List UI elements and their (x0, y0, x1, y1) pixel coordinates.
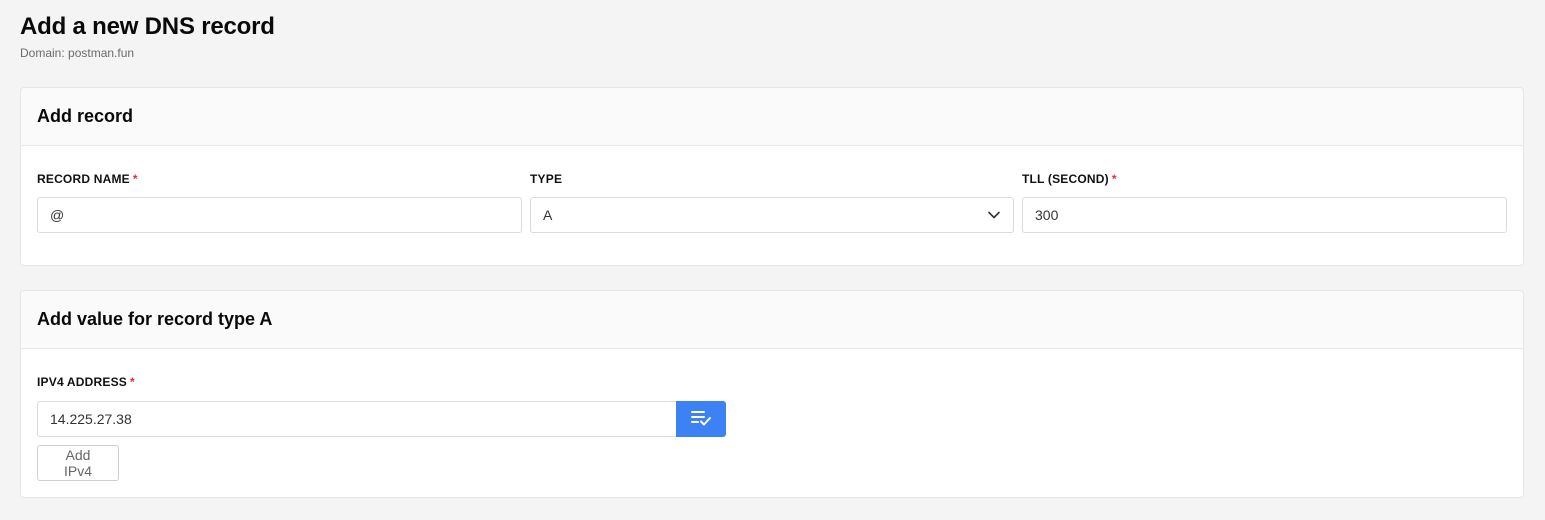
add-value-card-header: Add value for record type A (21, 291, 1523, 349)
type-label: TYPE (530, 172, 563, 186)
chevron-down-icon (987, 208, 1001, 222)
ttl-required-mark: * (1111, 172, 1117, 186)
record-name-label: RECORD NAME * (37, 172, 138, 186)
type-select-value: A (543, 207, 553, 223)
ipv4-address-input[interactable] (37, 401, 677, 437)
record-name-required-mark: * (132, 172, 138, 186)
ipv4-action-button[interactable] (676, 401, 726, 437)
record-name-input[interactable] (37, 197, 522, 233)
page-title: Add a new DNS record (20, 13, 275, 40)
add-value-card-title: Add value for record type A (37, 309, 273, 329)
ttl-input[interactable] (1022, 197, 1507, 233)
page-subtitle: Domain: postman.fun (20, 46, 135, 60)
list-check-icon (690, 410, 712, 429)
ipv4-required-mark: * (129, 375, 135, 389)
add-record-card-title: Add record (37, 106, 134, 126)
add-ipv4-button[interactable]: Add IPv4 (37, 445, 119, 481)
add-value-card: Add value for record type A IPV4 ADDRESS… (20, 290, 1524, 498)
ipv4-label: IPV4 ADDRESS * (37, 375, 135, 389)
ipv4-label-text: IPV4 ADDRESS (37, 375, 127, 389)
add-record-card-header: Add record (21, 88, 1523, 146)
add-record-card: Add record RECORD NAME* TYPE A TLL (SECO… (20, 87, 1524, 266)
record-name-label-text: RECORD NAME (37, 172, 130, 186)
type-select[interactable]: A (530, 197, 1014, 233)
ttl-label: TLL (SECOND) * (1022, 172, 1117, 186)
page: Add a new DNS record Domain: postman.fun… (0, 0, 1545, 520)
ttl-label-text: TLL (SECOND) (1022, 172, 1109, 186)
